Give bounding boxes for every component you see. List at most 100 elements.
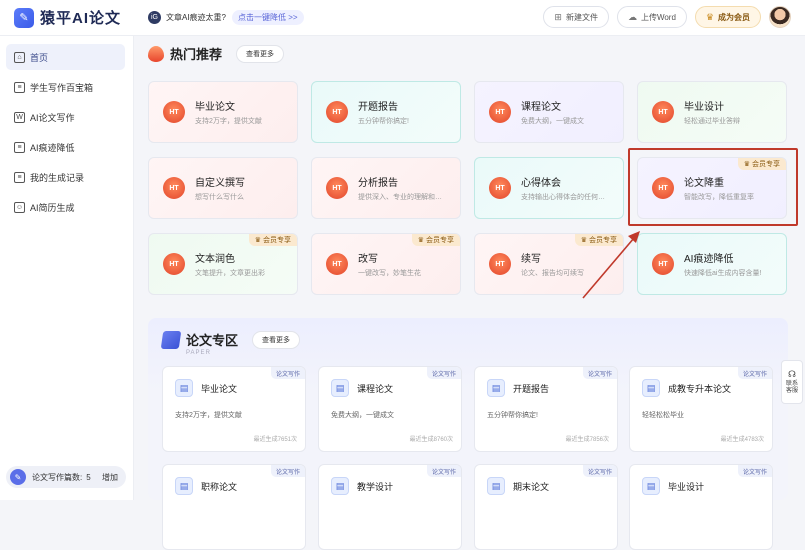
- contact-line2: 客服: [785, 387, 798, 394]
- sidebar-item-ai-reduce[interactable]: ≡ AI痕迹降低: [6, 134, 125, 160]
- hot-card-info: 改写一键改写，妙笔生花: [358, 250, 454, 278]
- hot-card-desc: 文笔提升，文章更出彩: [195, 270, 265, 277]
- paper-card-tag: 论文写作: [426, 465, 461, 477]
- hot-section-header: 热门推荐 查看更多: [148, 44, 285, 63]
- ht-flame-icon: HT: [652, 101, 674, 123]
- hot-card[interactable]: HT 自定义撰写 想写什么写什么: [148, 157, 298, 219]
- hot-card-info: AI痕迹降低 快速降低ai生成内容含量!: [684, 250, 780, 278]
- sidebar-item-toolbox[interactable]: ≡ 学生写作百宝箱: [6, 74, 125, 100]
- hot-card-desc: 五分钟帮你搞定!: [358, 118, 409, 125]
- hot-card-info: 文本润色文笔提升，文章更出彩: [195, 250, 291, 278]
- hot-card-desc: 快速降低ai生成内容含量!: [684, 270, 762, 277]
- paper-card[interactable]: 论文写作 ▤ 职称论文: [162, 464, 306, 550]
- top-actions: ⊞ 新建文件 ☁ 上传Word ♛ 成为会员: [543, 6, 791, 28]
- vip-badge: ♛ 会员专享: [411, 234, 460, 246]
- paper-card-tag: 论文写作: [582, 465, 617, 477]
- paper-card-tag: 论文写作: [582, 367, 617, 379]
- quota-label: 论文写作篇数:: [32, 472, 83, 482]
- hot-card-desc: 一键改写，妙笔生花: [358, 270, 421, 277]
- sidebar-item-ai-writing[interactable]: W AI论文写作: [6, 104, 125, 130]
- hot-card[interactable]: HT 心得体会 支持输出心得体会的任何…: [474, 157, 624, 219]
- hot-card-desc: 支持输出心得体会的任何…: [521, 194, 605, 201]
- sidebar-item-history[interactable]: ≡ 我的生成记录: [6, 164, 125, 190]
- crown-icon: ♛: [705, 11, 714, 22]
- become-vip-button[interactable]: ♛ 成为会员: [694, 6, 761, 28]
- paper-section-title: 论文专区: [186, 333, 239, 348]
- hot-card[interactable]: HT 分析报告 提供深入、专业的理解和…: [311, 157, 461, 219]
- paper-card[interactable]: 论文写作 ▤ 课程论文 免费大纲，一键成文 最近生成8760次: [318, 366, 462, 452]
- notice-link[interactable]: 点击一键降低 >>: [232, 10, 304, 25]
- paper-card[interactable]: 论文写作 ▤ 开题报告 五分钟帮你搞定! 最近生成7856次: [474, 366, 618, 452]
- hot-section-title: 热门推荐: [170, 47, 223, 62]
- home-icon: ⌂: [14, 51, 25, 63]
- avatar[interactable]: [769, 6, 791, 28]
- paper-card[interactable]: 论文写作 ▤ 毕业设计: [629, 464, 773, 550]
- hot-card[interactable]: HT AI痕迹降低 快速降低ai生成内容含量!: [637, 233, 787, 295]
- hot-card[interactable]: HT 课程论文 免费大纲，一键成文: [474, 81, 624, 143]
- doc-icon: ▤: [331, 477, 349, 495]
- paper-card-tag: 论文写作: [737, 367, 772, 379]
- highlight-box: [628, 148, 798, 226]
- hot-card-info: 心得体会 支持输出心得体会的任何…: [521, 174, 617, 202]
- paper-card-tag: 论文写作: [270, 465, 305, 477]
- paper-more-button[interactable]: 查看更多: [252, 330, 301, 349]
- paper-card[interactable]: 论文写作 ▤ 成教专升本论文 轻轻松松毕业 最近生成4783次: [629, 366, 773, 452]
- paper-card-title: 期末论文: [513, 482, 550, 492]
- hot-card-desc: 想写什么写什么: [195, 194, 244, 201]
- hot-card[interactable]: HT 开题报告 五分钟帮你搞定!: [311, 81, 461, 143]
- hot-card-desc: 支持2万字，提供文献: [195, 118, 262, 125]
- contact-support-button[interactable]: ☊ 联系 客服: [781, 360, 803, 404]
- hot-card-desc: 论文、报告均可续写: [521, 270, 584, 277]
- paper-card[interactable]: 论文写作 ▤ 毕业论文 支持2万字，提供文献 最近生成7651次: [162, 366, 306, 452]
- paper-card-desc: 支持2万字，提供文献: [175, 412, 242, 419]
- paper-card-title: 毕业论文: [201, 384, 238, 394]
- paper-card[interactable]: 论文写作 ▤ 期末论文: [474, 464, 618, 550]
- logo-icon: ✎: [14, 7, 34, 28]
- book-icon: ≡: [14, 81, 25, 93]
- doc-reduce-icon: ≡: [14, 141, 25, 153]
- top-bar: ✎ 猿平AI论文 iG 文章AI痕迹太重? 点击一键降低 >> ⊞ 新建文件 ☁…: [0, 0, 805, 36]
- paper-card[interactable]: 论文写作 ▤ 教学设计: [318, 464, 462, 550]
- vip-badge-label: 会员专享: [263, 237, 291, 244]
- vip-badge: ♛ 会员专享: [248, 234, 297, 246]
- hot-card[interactable]: HT 文本润色 文笔提升，文章更出彩 ♛ 会员专享: [148, 233, 298, 295]
- quota-add-button[interactable]: 增加: [102, 472, 118, 483]
- hot-card[interactable]: HT 毕业设计 轻松通过毕业答辩: [637, 81, 787, 143]
- ht-flame-icon: HT: [652, 253, 674, 275]
- hot-card-title: 自定义撰写: [195, 178, 245, 189]
- paper-card-desc: 免费大纲，一键成文: [331, 412, 394, 419]
- contact-line1: 联系: [785, 380, 798, 387]
- ht-flame-icon: HT: [326, 177, 348, 199]
- notice-icon: iG: [148, 11, 161, 24]
- vip-badge-label: 会员专享: [426, 237, 454, 244]
- hot-card[interactable]: HT 续写 论文、报告均可续写 ♛ 会员专享: [474, 233, 624, 295]
- hot-card[interactable]: HT 改写 一键改写，妙笔生花 ♛ 会员专享: [311, 233, 461, 295]
- hot-more-button[interactable]: 查看更多: [236, 44, 285, 63]
- paper-card-tag: 论文写作: [737, 465, 772, 477]
- hot-card-title: 改写: [358, 254, 378, 265]
- notice-banner[interactable]: iG 文章AI痕迹太重? 点击一键降低 >>: [148, 10, 304, 25]
- doc-write-icon: W: [14, 111, 25, 123]
- paper-card-count: 最近生成4783次: [720, 437, 764, 443]
- hot-card[interactable]: HT 毕业论文 支持2万字，提供文献: [148, 81, 298, 143]
- new-file-button[interactable]: ⊞ 新建文件: [543, 6, 609, 28]
- doc-icon: ▤: [642, 379, 660, 397]
- paper-card-desc: 五分钟帮你搞定!: [487, 412, 538, 419]
- sidebar-item-home[interactable]: ⌂ 首页: [6, 44, 125, 70]
- app-logo[interactable]: ✎ 猿平AI论文: [14, 7, 132, 28]
- upload-word-label: 上传Word: [640, 12, 676, 22]
- upload-word-button[interactable]: ☁ 上传Word: [616, 6, 687, 28]
- headset-icon: ☊: [788, 368, 796, 379]
- sidebar-item-label: AI论文写作: [30, 112, 75, 123]
- paper-card-title: 职称论文: [201, 482, 238, 492]
- paper-card-count: 最近生成7651次: [253, 437, 297, 443]
- hot-card-info: 开题报告 五分钟帮你搞定!: [358, 98, 454, 126]
- paper-section-header: 论文专区 查看更多: [160, 330, 301, 349]
- vip-badge-label: 会员专享: [589, 237, 617, 244]
- paper-section-subtitle: PAPER: [186, 350, 211, 356]
- cloud-upload-icon: ☁: [627, 11, 637, 22]
- hot-card-title: 毕业设计: [684, 102, 724, 113]
- paper-card-tag: 论文写作: [426, 367, 461, 379]
- hot-card-title: 文本润色: [195, 254, 235, 265]
- sidebar-item-resume[interactable]: ☺ AI简历生成: [6, 194, 125, 220]
